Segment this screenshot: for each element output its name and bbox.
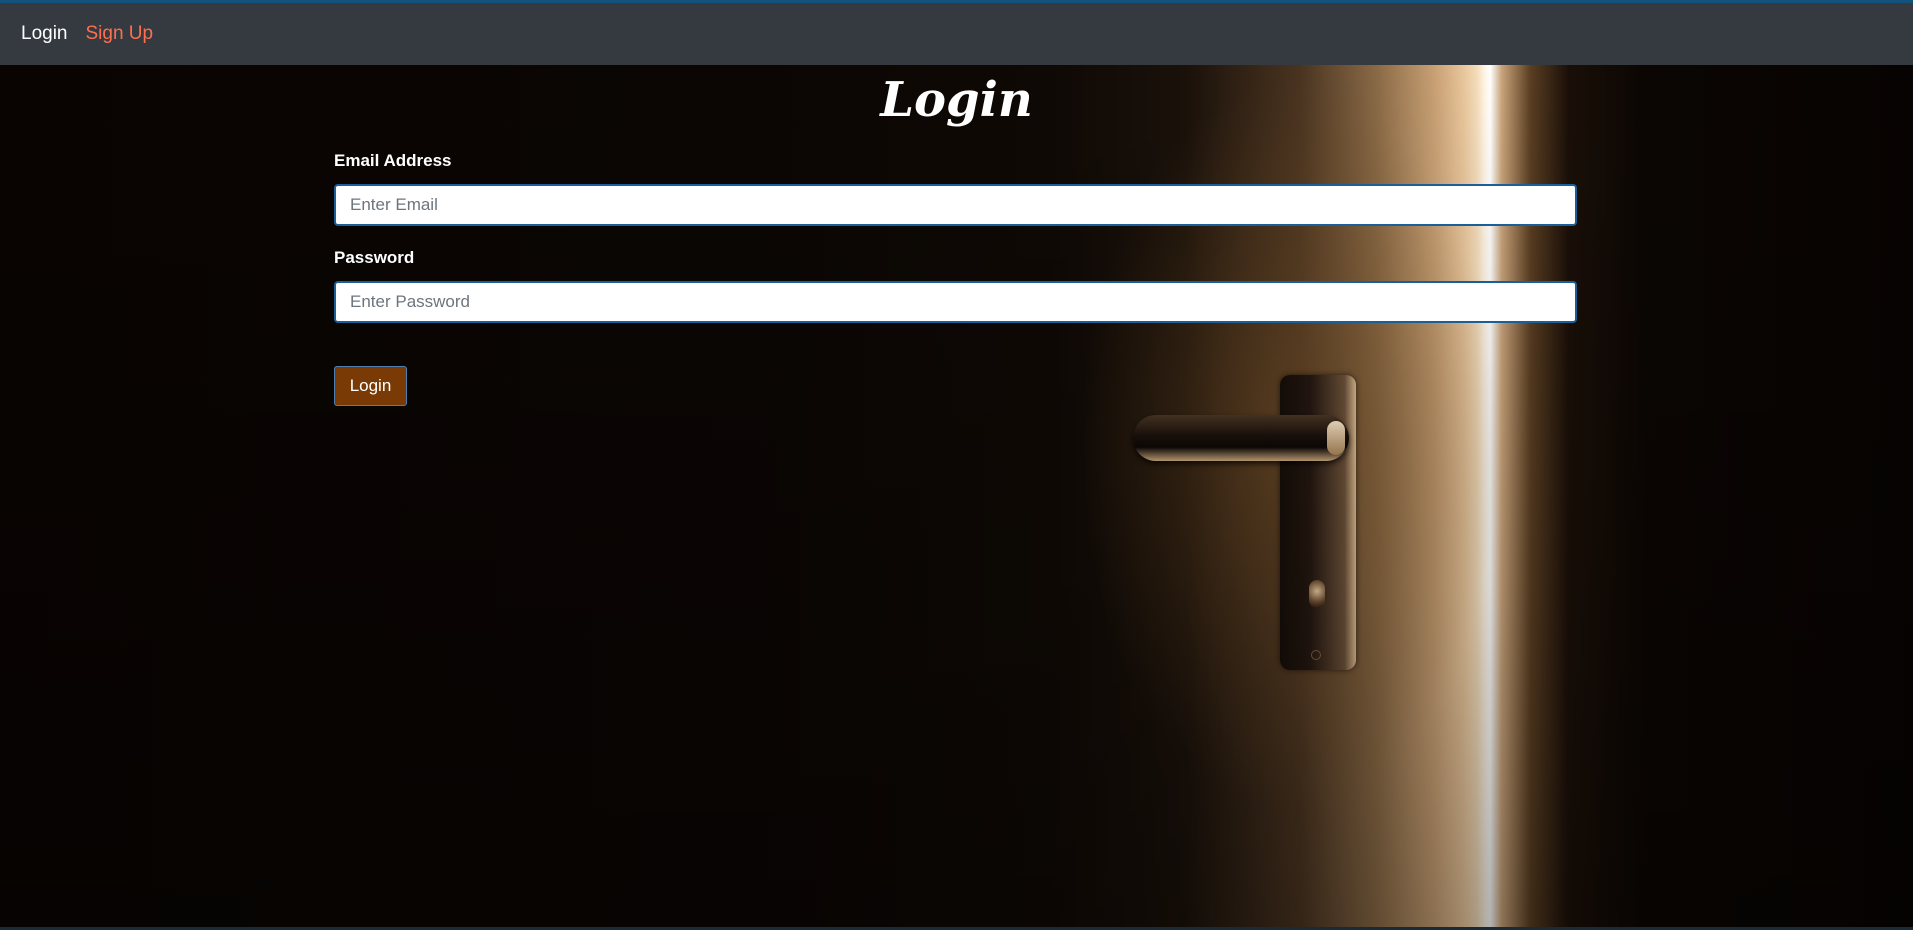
- nav-login-link[interactable]: Login: [21, 23, 68, 45]
- page-title: Login: [880, 72, 1033, 128]
- password-input[interactable]: [334, 281, 1577, 323]
- login-submit-button[interactable]: Login: [334, 366, 407, 406]
- nav-signup-link[interactable]: Sign Up: [86, 23, 154, 45]
- email-label: Email Address: [334, 151, 452, 170]
- page: Login Sign Up Login Email Address Passwo…: [0, 0, 1913, 930]
- navbar: Login Sign Up: [0, 3, 1913, 65]
- email-input[interactable]: [334, 184, 1577, 226]
- login-form: Email Address Password Login: [334, 150, 1577, 406]
- password-label: Password: [334, 248, 415, 267]
